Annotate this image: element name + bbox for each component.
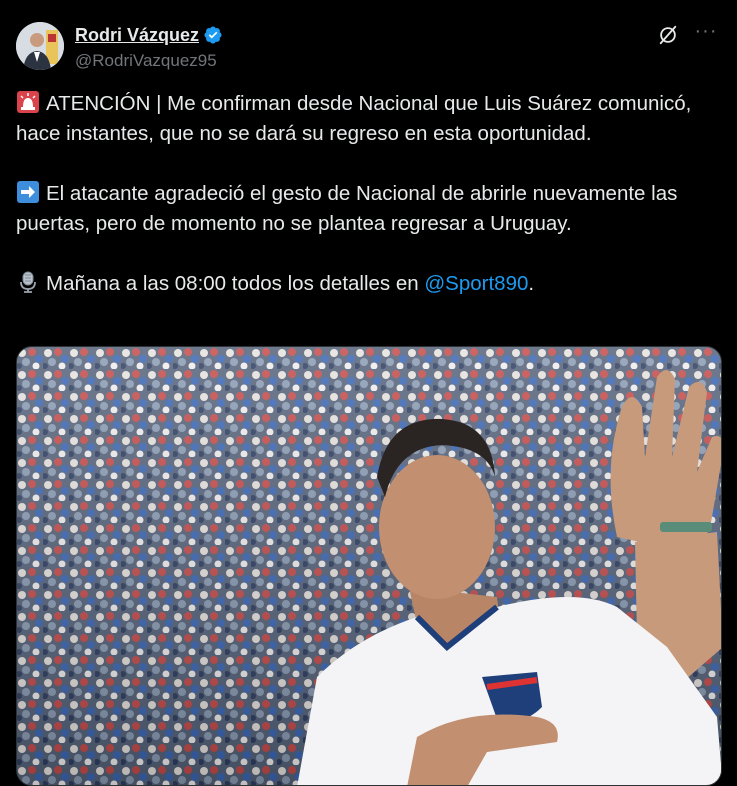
grok-icon[interactable] (657, 24, 679, 46)
tweet-line-3-prefix: Mañana a las 08:00 todos los detalles en (46, 272, 425, 295)
display-name[interactable]: Rodri Vázquez (75, 25, 199, 46)
arrow-right-icon (16, 180, 40, 204)
tweet-paragraph-2: El atacante agradeció el gesto de Nacion… (16, 179, 721, 239)
tweet-paragraph-3: Mañana a las 08:00 todos los detalles en… (16, 269, 721, 299)
tweet-line-1: ATENCIÓN | Me confirman desde Nacional q… (16, 92, 692, 145)
verified-badge-icon (203, 25, 223, 45)
tweet-line-3-suffix: . (528, 272, 535, 295)
author-names: Rodri Vázquez @RodriVazquez95 (75, 24, 223, 71)
avatar[interactable] (16, 22, 64, 70)
microphone-icon (16, 270, 40, 294)
tweet-paragraph-1: ATENCIÓN | Me confirman desde Nacional q… (16, 89, 721, 149)
mention-link[interactable]: @Sport890 (424, 272, 528, 295)
more-icon[interactable]: ··· (693, 21, 719, 44)
tweet-photo[interactable] (16, 346, 722, 786)
siren-icon (16, 90, 40, 114)
tweet-header: Rodri Vázquez @RodriVazquez95 ··· (16, 21, 721, 74)
tweet-text: ATENCIÓN | Me confirman desde Nacional q… (16, 89, 721, 299)
handle[interactable]: @RodriVazquez95 (75, 51, 223, 71)
tweet-line-2: El atacante agradeció el gesto de Nacion… (16, 182, 678, 235)
